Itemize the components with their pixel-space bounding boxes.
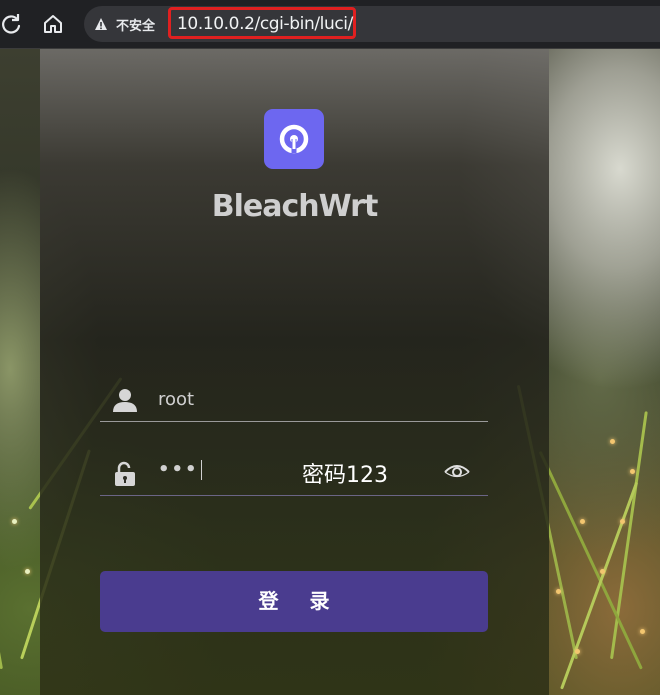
eye-icon[interactable] bbox=[444, 463, 470, 481]
text-caret bbox=[200, 460, 202, 480]
username-field[interactable]: root bbox=[100, 375, 488, 422]
warning-icon bbox=[95, 18, 107, 30]
username-value[interactable]: root bbox=[158, 389, 194, 410]
password-annotation: 密码123 bbox=[302, 463, 388, 488]
home-icon[interactable] bbox=[38, 9, 68, 39]
logo-icon bbox=[264, 109, 324, 169]
browser-toolbar: 不安全 10.10.0.2/cgi-bin/luci/ bbox=[0, 0, 660, 49]
url-text[interactable]: 10.10.0.2/cgi-bin/luci/ bbox=[177, 14, 353, 34]
reload-icon[interactable] bbox=[0, 9, 26, 39]
unlock-icon bbox=[115, 461, 135, 486]
login-button[interactable]: 登 录 bbox=[100, 571, 488, 632]
password-field[interactable]: ••• 密码123 bbox=[100, 449, 488, 496]
password-value[interactable]: ••• bbox=[158, 459, 202, 480]
address-bar[interactable]: 不安全 10.10.0.2/cgi-bin/luci/ bbox=[84, 6, 660, 42]
login-panel: BleachWrt root ••• 密码123 登 录 bbox=[40, 49, 549, 695]
brand-name: BleachWrt bbox=[211, 189, 379, 224]
insecure-label: 不安全 bbox=[116, 19, 156, 34]
user-icon bbox=[113, 389, 137, 412]
password-mask: ••• bbox=[158, 459, 199, 480]
